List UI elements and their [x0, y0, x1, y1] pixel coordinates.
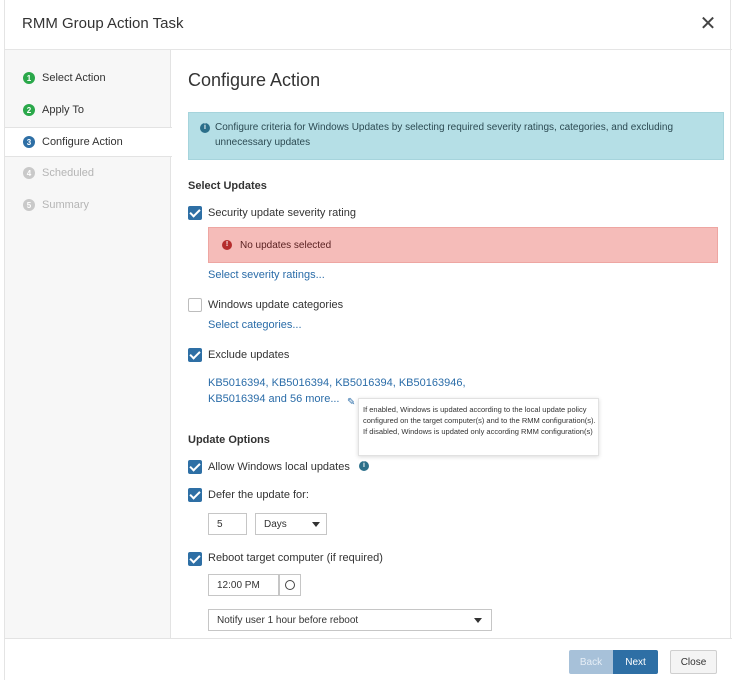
step-configure-action[interactable]: 3 Configure Action [5, 127, 172, 157]
step-apply-to[interactable]: 2 Apply To [5, 95, 171, 125]
section-heading-select-updates: Select Updates [188, 180, 267, 192]
categories-label: Windows update categories [208, 299, 344, 311]
reboot-checkbox[interactable] [188, 552, 202, 566]
severity-checkbox[interactable] [188, 206, 202, 220]
dialog: RMM Group Action Task ✕ 1 Select Action … [4, 0, 732, 680]
step-scheduled: 4 Scheduled [5, 158, 171, 188]
step-select-action[interactable]: 1 Select Action [5, 63, 171, 93]
excluded-updates-line: KB5016394, KB5016394, KB5016394, KB50163… [208, 377, 466, 389]
error-alert: ! No updates selected [208, 227, 718, 263]
defer-amount-value: 5 [217, 518, 223, 530]
error-text: No updates selected [240, 239, 332, 251]
info-text: Configure criteria for Windows Updates b… [215, 122, 674, 148]
page-title: Configure Action [188, 70, 321, 90]
severity-label: Security update severity rating [208, 207, 356, 219]
defer-unit-value: Days [264, 518, 287, 530]
close-icon[interactable]: ✕ [698, 12, 718, 36]
reboot-time-value: 12:00 PM [217, 579, 260, 591]
reboot-label: Reboot target computer (if required) [208, 552, 383, 564]
categories-checkbox[interactable] [188, 298, 202, 312]
exclude-checkbox[interactable] [188, 348, 202, 362]
allow-local-label: Allow Windows local updates [208, 461, 350, 473]
back-button[interactable]: Back [569, 650, 613, 674]
next-button[interactable]: Next [613, 650, 658, 674]
clock-icon[interactable] [279, 574, 301, 596]
chevron-down-icon [312, 522, 320, 527]
defer-checkbox[interactable] [188, 488, 202, 502]
step-label: Scheduled [42, 167, 94, 179]
select-categories-link[interactable]: Select categories... [208, 319, 302, 331]
configure-panel: Configure Action i Configure criteria fo… [188, 50, 732, 638]
info-banner: i Configure criteria for Windows Updates… [188, 112, 724, 160]
dialog-header: RMM Group Action Task ✕ [5, 0, 732, 50]
close-button[interactable]: Close [670, 650, 717, 674]
chevron-down-icon [474, 618, 482, 623]
notify-select[interactable]: Notify user 1 hour before reboot [208, 609, 492, 631]
step-number: 2 [23, 104, 35, 116]
notify-value: Notify user 1 hour before reboot [217, 614, 359, 626]
pencil-icon[interactable]: ✎ [347, 397, 355, 408]
info-icon: i [200, 123, 210, 133]
dialog-title: RMM Group Action Task [22, 15, 184, 32]
wizard-steps: 1 Select Action 2 Apply To 3 Configure A… [5, 50, 172, 638]
select-severity-link[interactable]: Select severity ratings... [208, 269, 325, 281]
step-label: Configure Action [42, 136, 123, 148]
step-number: 1 [23, 72, 35, 84]
step-label: Summary [42, 199, 90, 211]
defer-amount-input[interactable]: 5 [208, 513, 247, 535]
tooltip: If enabled, Windows is updated according… [358, 398, 599, 456]
allow-local-checkbox[interactable] [188, 460, 202, 474]
step-label: Select Action [42, 72, 106, 84]
exclude-label: Exclude updates [208, 349, 290, 361]
defer-label: Defer the update for: [208, 489, 309, 501]
error-icon: ! [222, 240, 232, 250]
step-number: 5 [23, 199, 35, 211]
dialog-footer: Back Next Close [5, 638, 732, 680]
defer-unit-select[interactable]: Days [255, 513, 327, 535]
step-number: 4 [23, 167, 35, 179]
step-label: Apply To [42, 104, 84, 116]
step-number: 3 [23, 136, 35, 148]
info-icon[interactable]: i [359, 461, 369, 471]
step-summary: 5 Summary [5, 190, 171, 220]
section-heading-update-options: Update Options [188, 434, 270, 446]
reboot-time-input[interactable]: 12:00 PM [208, 574, 279, 596]
